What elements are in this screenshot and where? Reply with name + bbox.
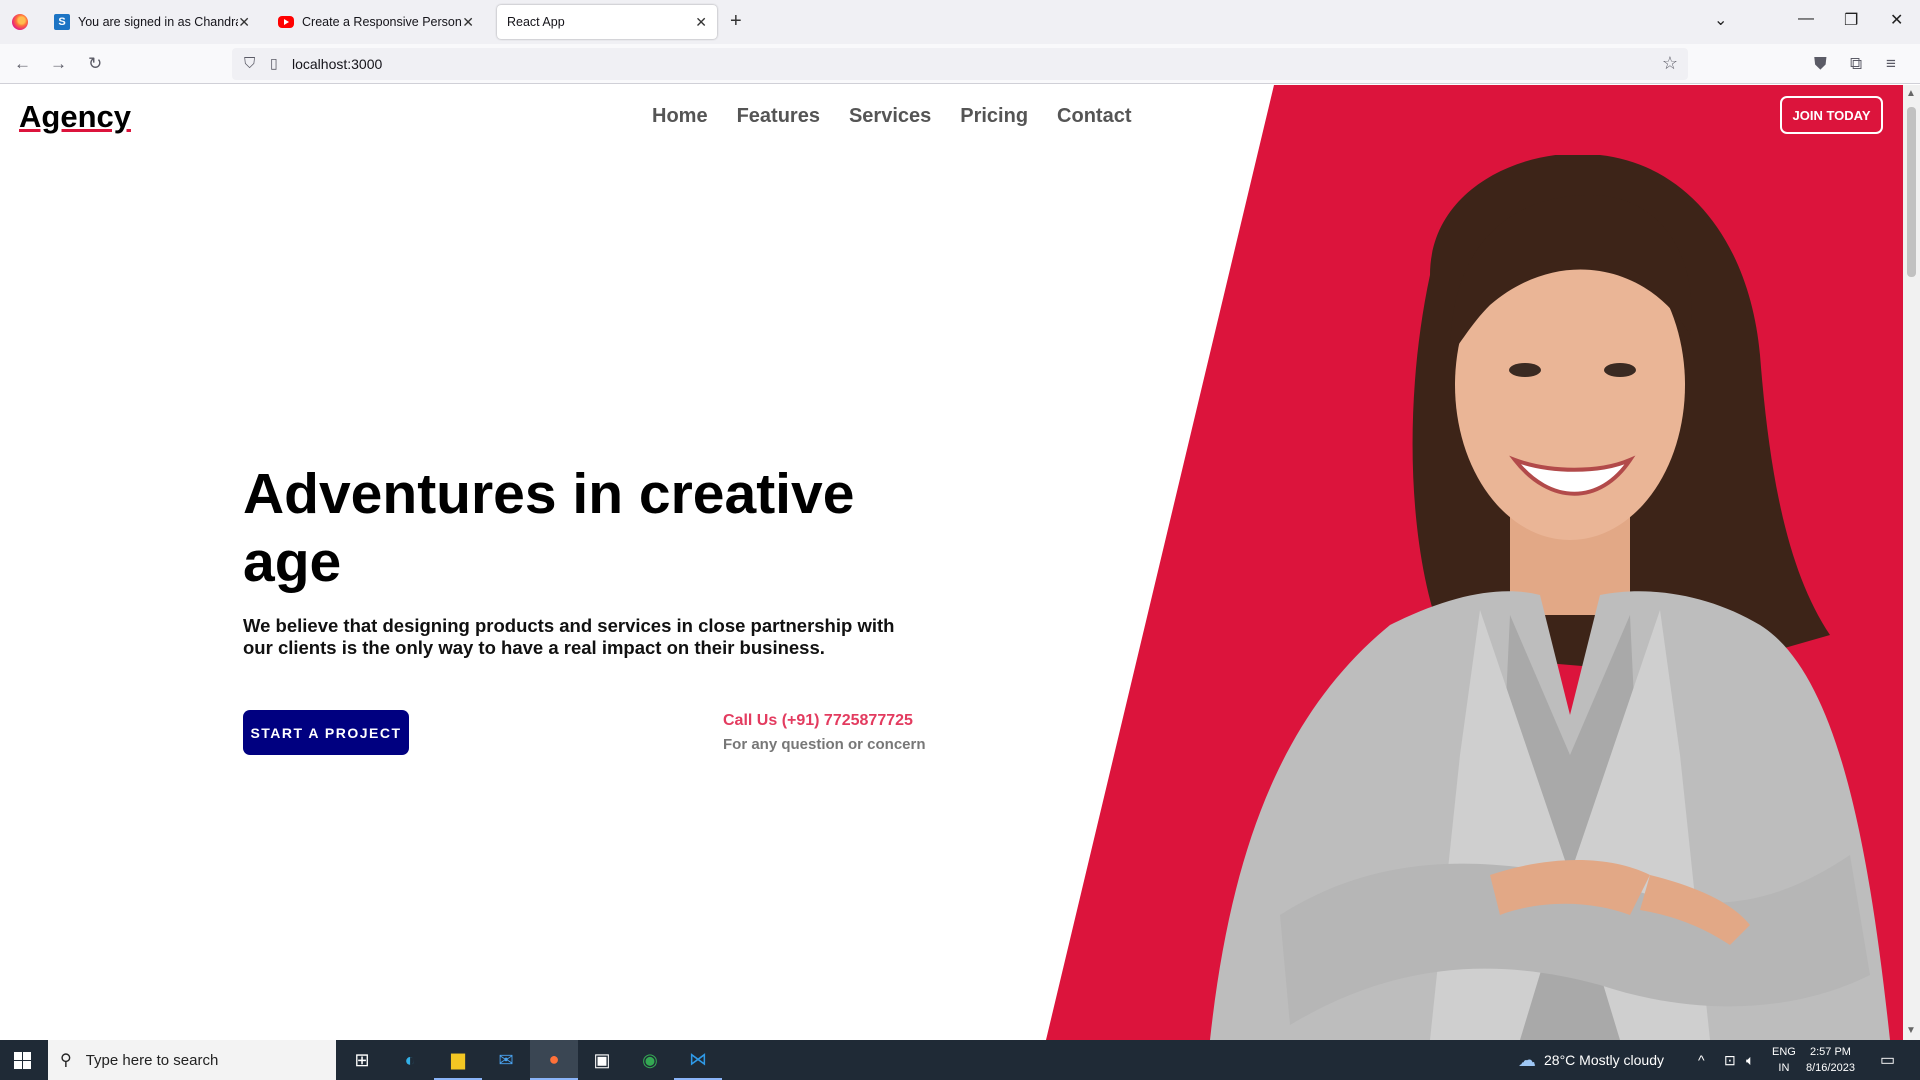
windows-taskbar: ⚲ Type here to search ⊞ ◐ ▆ ✉ ● ▣ ◉ ⋈ ☁ … [0,1040,1920,1080]
tab-react-app[interactable]: React App ✕ [497,5,717,39]
close-icon[interactable]: ✕ [238,14,250,31]
site-logo[interactable]: Agency [19,99,131,135]
page-icon[interactable]: ▯ [270,55,278,72]
windows-start-icon[interactable] [14,1052,31,1069]
list-all-tabs-icon[interactable]: ⌄ [1714,10,1727,30]
tab-title: React App [507,15,565,29]
tab-strip: S You are signed in as Chandrakant ✕ Cre… [0,0,1920,44]
weather-text: 28°C Mostly cloudy [1544,1052,1664,1068]
notifications-icon[interactable]: ▭ [1880,1040,1895,1080]
lang-top: ENG [1772,1046,1796,1058]
url-bar[interactable]: ⛉ ▯ localhost:3000 ☆ [232,48,1688,80]
search-placeholder: Type here to search [85,1051,219,1069]
show-hidden-icons[interactable]: ^ [1698,1040,1705,1080]
tab-signed-in[interactable]: S You are signed in as Chandrakant ✕ [44,5,260,39]
vscode-icon[interactable]: ⋈ [674,1040,722,1080]
join-today-button[interactable]: JOIN TODAY [1780,96,1883,134]
volume-icon[interactable]: 🔈︎ [1746,1040,1754,1080]
edge-icon[interactable]: ◐ [386,1040,434,1080]
pocket-icon[interactable]: ⛊ [1814,54,1827,74]
shield-icon[interactable]: ⛉ [244,55,255,72]
back-icon[interactable]: ← [14,54,31,74]
restore-icon[interactable]: ❐ [1844,10,1858,30]
hero-person-image [1210,155,1890,1040]
scrollbar-thumb[interactable] [1907,107,1916,277]
close-icon[interactable]: ✕ [462,14,474,31]
clock-date: 8/16/2023 [1806,1062,1855,1074]
weather-widget[interactable]: ☁ 28°C Mostly cloudy [1518,1040,1664,1080]
language-indicator[interactable]: ENG IN [1772,1040,1796,1080]
minimize-icon[interactable]: — [1798,10,1814,28]
mail-icon[interactable]: ✉ [482,1040,530,1080]
nav-contact[interactable]: Contact [1057,105,1131,128]
reload-icon[interactable]: ↻ [88,54,102,74]
nav-services[interactable]: Services [849,105,931,128]
url-text[interactable]: localhost:3000 [292,56,382,72]
page-scrollbar[interactable]: ▲ ▼ [1903,85,1920,1040]
lang-bottom: IN [1778,1062,1790,1074]
search-icon: ⚲ [60,1052,72,1069]
web-page: Agency Home Features Services Pricing Co… [0,85,1903,1040]
cloud-icon: ☁ [1518,1049,1536,1070]
main-nav: Home Features Services Pricing Contact [652,105,1132,128]
close-icon[interactable]: ✕ [695,14,707,31]
file-explorer-icon[interactable]: ▆ [434,1040,482,1080]
task-view-icon[interactable]: ⊞ [338,1040,386,1080]
tab-title: You are signed in as Chandrakant [78,15,238,29]
hero-title: Adventures in creative age [243,462,855,594]
tab-youtube[interactable]: Create a Responsive Personal Portfolio ✕ [268,5,484,39]
tab-title: Create a Responsive Personal Portfolio [302,15,462,29]
extensions-icon[interactable]: ⧉ [1850,54,1862,74]
clock[interactable]: 2:57 PM 8/16/2023 [1806,1040,1855,1080]
bookmark-star-icon[interactable]: ☆ [1662,53,1678,74]
forward-icon[interactable]: → [50,54,67,74]
microsoft-store-icon[interactable]: ▣ [578,1040,626,1080]
youtube-icon [278,16,294,28]
menu-icon[interactable]: ≡ [1886,54,1896,74]
start-project-button[interactable]: START A PROJECT [243,710,409,755]
hero-description: We believe that designing products and s… [243,615,895,658]
nav-pricing[interactable]: Pricing [960,105,1028,128]
clock-time: 2:57 PM [1809,1046,1851,1058]
call-us-text: Call Us (+91) 7725877725 [723,712,913,729]
new-tab-icon[interactable]: + [730,10,742,33]
network-icon[interactable]: ⊡ [1724,1040,1736,1080]
navigation-bar: ← → ↻ ⛉ ▯ localhost:3000 ☆ ⛊ ⧉ ≡ [0,44,1920,84]
chrome-icon[interactable]: ◉ [626,1040,674,1080]
nav-home[interactable]: Home [652,105,708,128]
window-close-icon[interactable]: ✕ [1890,10,1903,30]
scroll-up-icon[interactable]: ▲ [1906,88,1916,99]
call-us-subtext: For any question or concern [723,736,926,753]
s-favicon-icon: S [54,14,70,30]
scroll-down-icon[interactable]: ▼ [1906,1025,1916,1036]
firefox-icon[interactable] [12,14,28,30]
taskbar-search-box[interactable]: ⚲ Type here to search [48,1040,336,1080]
nav-features[interactable]: Features [737,105,820,128]
firefox-taskbar-icon[interactable]: ● [530,1040,578,1080]
